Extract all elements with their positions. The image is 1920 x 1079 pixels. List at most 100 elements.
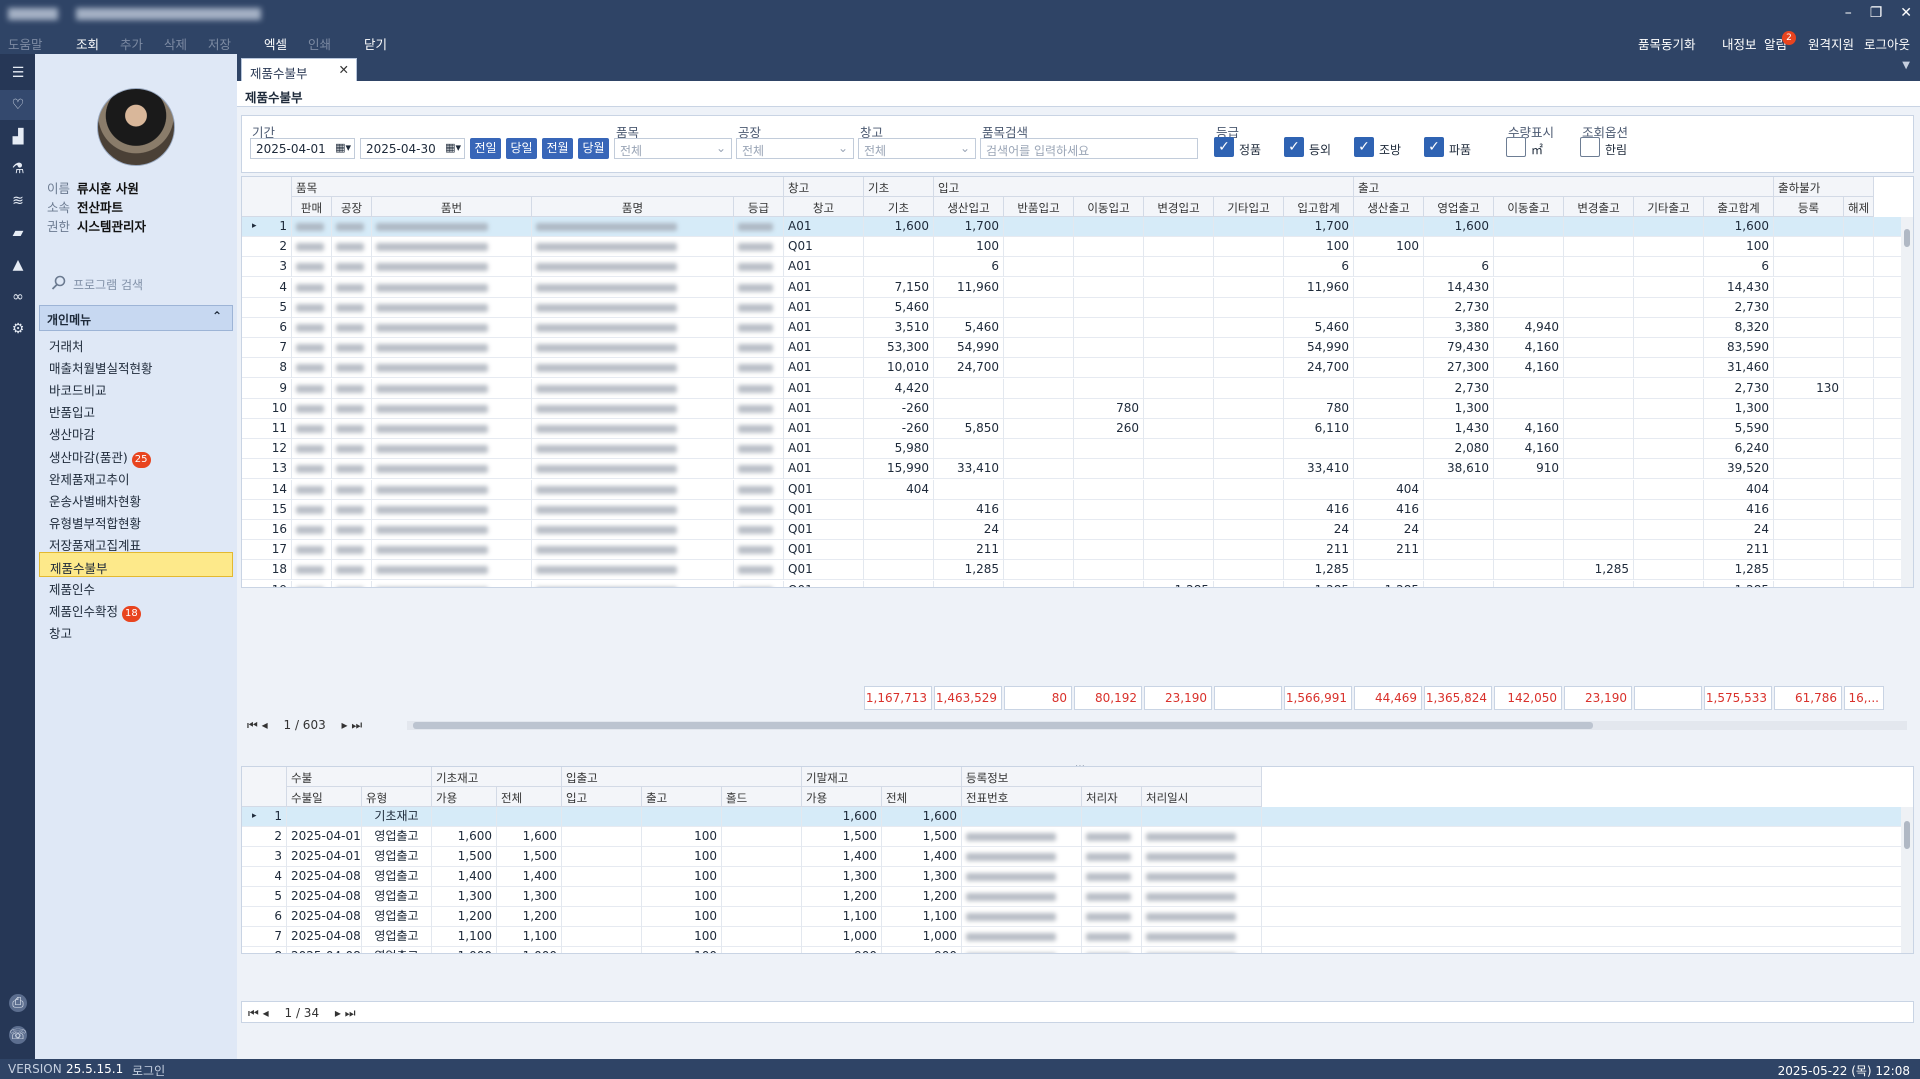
personal-menu-header[interactable]: 개인메뉴 ⌃ [39, 305, 233, 331]
plant-select[interactable]: 전체 ⌄ [736, 138, 854, 159]
grade-checkbox-3[interactable]: ✓ [1354, 137, 1374, 157]
first-page-icon[interactable]: ⏮ [247, 718, 258, 732]
column-header-out_total[interactable]: 출고합계 [1704, 197, 1774, 217]
tab-dropdown-icon[interactable]: ▼ [1902, 60, 1910, 71]
detail-column-header-hold[interactable]: 홀드 [722, 787, 802, 807]
sidebar-item[interactable]: 창고 [39, 618, 233, 643]
table-row[interactable]: 6 2025-04-08 영업출고 1,200 1,200 100 1,100 1,100 [242, 907, 1901, 927]
flask-icon[interactable]: ⚗ [9, 160, 27, 178]
gear-icon[interactable]: ⚙ [9, 320, 27, 338]
detail-column-header-end_total[interactable]: 전체 [882, 787, 962, 807]
detail-vscroll-thumb[interactable] [1904, 821, 1910, 849]
last-page-icon[interactable]: ⏭ [345, 1006, 356, 1020]
detail-column-header-handler[interactable]: 처리자 [1082, 787, 1142, 807]
menu-save[interactable]: 저장 [208, 34, 231, 53]
qty-unit-checkbox[interactable] [1506, 137, 1526, 157]
factory-icon[interactable]: ▟ [9, 128, 27, 146]
printer-icon[interactable]: ⎙ [9, 994, 27, 1012]
warehouse-select[interactable]: 전체 ⌄ [858, 138, 976, 159]
detail-column-header-in[interactable]: 입고 [562, 787, 642, 807]
menu-my-info[interactable]: 내정보 [1722, 34, 1757, 53]
minimize-icon[interactable]: – [1845, 5, 1852, 21]
menu-excel[interactable]: 엑셀 [264, 34, 287, 53]
column-header-reg[interactable]: 등록 [1774, 197, 1844, 217]
ledger-hscroll-thumb[interactable] [413, 722, 1593, 729]
close-window-icon[interactable]: ✕ [1900, 5, 1912, 21]
column-header-base[interactable]: 기초 [864, 197, 934, 217]
column-header-change_in[interactable]: 변경입고 [1144, 197, 1214, 217]
table-row[interactable]: 82025-04-08영업출고1,0001,000100900900 [242, 947, 1901, 953]
ledger-hscroll[interactable] [407, 721, 1907, 730]
table-row[interactable]: ▸ 1 기초재고 1,600 1,600 [242, 807, 1901, 827]
first-page-icon[interactable]: ⏮ [248, 1006, 259, 1020]
item-select[interactable]: 전체 ⌄ [614, 138, 732, 159]
table-row[interactable]: 14 Q01 404 404 404 [242, 479, 1901, 500]
table-row[interactable]: 4 A01 7,150 11,960 11,960 14,430 14,430 [242, 277, 1901, 298]
menu-close[interactable]: 닫기 [364, 34, 387, 53]
detail-column-header-handled_at[interactable]: 처리일시 [1142, 787, 1262, 807]
column-header-plant[interactable]: 공장 [332, 197, 372, 217]
calendar-icon[interactable]: ▦▾ [445, 141, 461, 154]
column-header-other_out[interactable]: 기타출고 [1634, 197, 1704, 217]
table-row[interactable]: 4 2025-04-08 영업출고 1,400 1,400 100 1,300 1,300 [242, 867, 1901, 887]
next-page-icon[interactable]: ▸ [335, 1006, 341, 1020]
detail-column-header-date[interactable]: 수불일 [287, 787, 362, 807]
column-header-sales_out[interactable]: 영업출고 [1424, 197, 1494, 217]
prev-page-icon[interactable]: ◂ [263, 1006, 269, 1020]
menu-remote[interactable]: 원격지원 [1808, 34, 1854, 53]
grade-checkbox-2[interactable]: ✓ [1284, 137, 1304, 157]
ledger-vscroll[interactable] [1901, 217, 1913, 587]
prev-page-icon[interactable]: ◂ [262, 718, 268, 732]
column-header-grade[interactable]: 등급 [734, 197, 784, 217]
table-row[interactable]: 10 A01 -260 780 780 1,300 1,300 [242, 398, 1901, 419]
column-header-sales[interactable]: 판매 [292, 197, 332, 217]
menu-logout[interactable]: 로그아웃 [1864, 34, 1910, 53]
column-header-change_out[interactable]: 변경출고 [1564, 197, 1634, 217]
column-header-prod_in[interactable]: 생산입고 [934, 197, 1004, 217]
grade-checkbox-1[interactable]: ✓ [1214, 137, 1234, 157]
detail-column-header-end_avail[interactable]: 가용 [802, 787, 882, 807]
next-page-icon[interactable]: ▸ [342, 718, 348, 732]
column-header-item_name[interactable]: 품명 [532, 197, 734, 217]
menu-delete[interactable]: 삭제 [164, 34, 187, 53]
road-icon[interactable]: ▲ [9, 256, 27, 274]
handshake-icon[interactable]: ∞ [9, 288, 27, 306]
prev-day-button[interactable]: 전일 [470, 138, 501, 159]
column-header-move_out[interactable]: 이동출고 [1494, 197, 1564, 217]
maximize-icon[interactable]: ❐ [1870, 5, 1883, 21]
table-row[interactable]: 18 Q01 1,285 1,285 1,285 1,285 [242, 560, 1901, 581]
favorite-icon[interactable]: ♡ [9, 96, 27, 114]
menu-notice[interactable]: 알림 2 [1764, 31, 1796, 53]
option-checkbox[interactable] [1580, 137, 1600, 157]
close-tab-icon[interactable]: ✕ [339, 62, 349, 77]
table-row[interactable]: 2 2025-04-01 영업출고 1,600 1,600 100 1,500 1,500 [242, 827, 1901, 847]
table-row[interactable]: ▸ 1 A01 1,600 1,700 1,700 1,600 1,600 [242, 217, 1901, 237]
table-row[interactable]: 8 A01 10,010 24,700 24,700 27,300 4,160 31,460 [242, 358, 1901, 379]
table-row[interactable]: 13 A01 15,990 33,410 33,410 38,610 910 39,520 [242, 459, 1901, 480]
detail-column-header-avail[interactable]: 가용 [432, 787, 497, 807]
program-search[interactable]: 프로그램 검색 [47, 272, 227, 294]
this-month-button[interactable]: 당월 [578, 138, 609, 159]
detail-column-header-out[interactable]: 출고 [642, 787, 722, 807]
last-page-icon[interactable]: ⏭ [351, 718, 362, 732]
prev-month-button[interactable]: 전월 [542, 138, 573, 159]
column-header-release[interactable]: 해제 [1844, 197, 1874, 217]
column-header-other_in[interactable]: 기타입고 [1214, 197, 1284, 217]
date-to-input[interactable]: 2025-04-30 ▦▾ [360, 138, 465, 159]
item-search-input[interactable]: 검색어를 입력하세요 [980, 138, 1198, 159]
detail-vscroll[interactable] [1901, 807, 1913, 953]
table-row[interactable]: 12 A01 5,980 2,080 4,160 6,240 [242, 439, 1901, 460]
table-row[interactable]: 19Q011,2851,2851,2851,285 [242, 580, 1901, 587]
column-header-move_in[interactable]: 이동입고 [1074, 197, 1144, 217]
table-row[interactable]: 7 2025-04-08 영업출고 1,100 1,100 100 1,000 1,000 [242, 927, 1901, 947]
column-header-item_no[interactable]: 품번 [372, 197, 532, 217]
table-row[interactable]: 5 A01 5,460 2,730 2,730 [242, 297, 1901, 318]
tab-product-ledger[interactable]: 제품수불부 ✕ [241, 58, 357, 81]
today-button[interactable]: 당일 [506, 138, 537, 159]
table-row[interactable]: 3 2025-04-01 영업출고 1,500 1,500 100 1,400 1,400 [242, 847, 1901, 867]
menu-add[interactable]: 추가 [120, 34, 143, 53]
table-row[interactable]: 9 A01 4,420 2,730 2,730 130 [242, 378, 1901, 399]
hamburger-icon[interactable]: ☰ [9, 64, 27, 82]
phone-icon[interactable]: ☏ [9, 1026, 27, 1044]
detail-column-header-slip[interactable]: 전표번호 [962, 787, 1082, 807]
